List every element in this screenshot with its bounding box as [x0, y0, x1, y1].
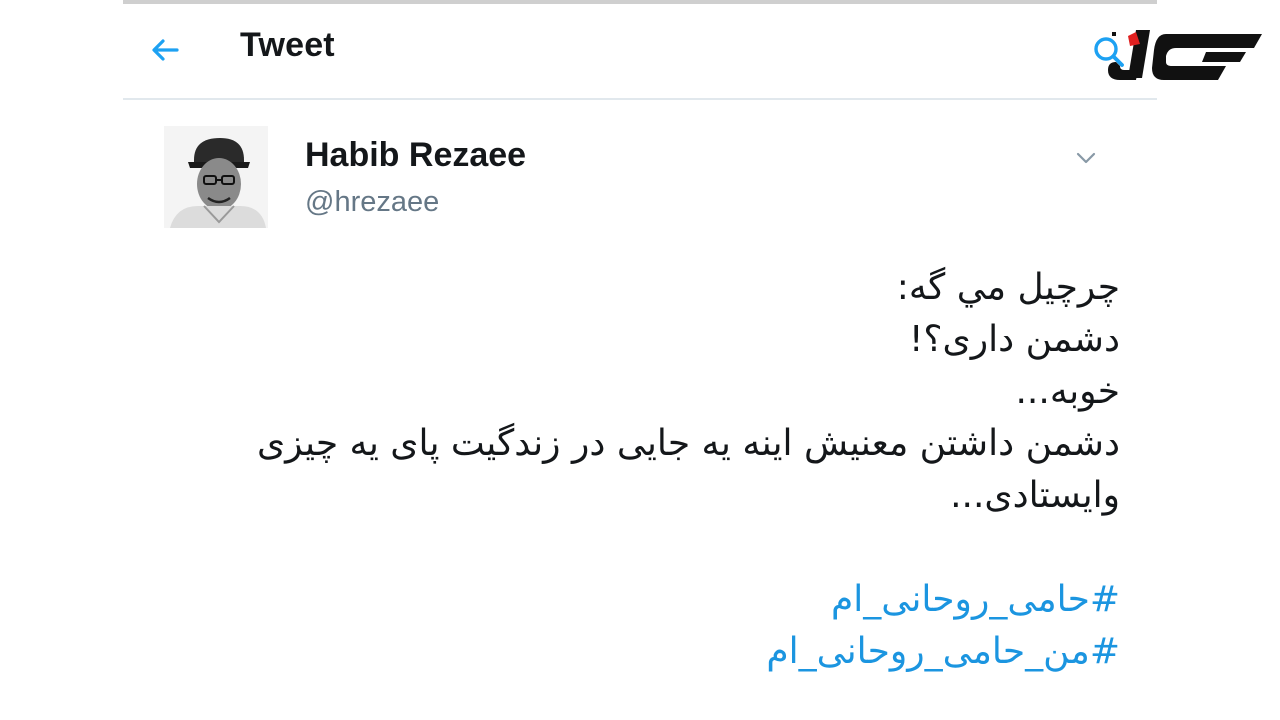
- screen: Tweet Habib Rezaee @hrezaee چرچیل مي گه:…: [0, 0, 1280, 720]
- tweet-line: خوبه...: [1015, 371, 1120, 412]
- hashtag-link[interactable]: #من_حامی_روحانی_ام: [160, 626, 1120, 678]
- right-margin: [1157, 0, 1280, 720]
- arrow-left-icon: [152, 39, 179, 61]
- author-display-name[interactable]: Habib Rezaee: [305, 136, 526, 175]
- tweet-line: دشمن داری؟!: [909, 319, 1120, 360]
- tweet-line: چرچیل مي گه:: [896, 267, 1120, 308]
- hashtag-link[interactable]: #حامی_روحانی_ام: [160, 574, 1120, 626]
- page-title: Tweet: [240, 26, 335, 64]
- chevron-down-icon: [1076, 152, 1096, 164]
- avatar[interactable]: [164, 126, 268, 228]
- header-divider: [123, 98, 1157, 100]
- tweet-header-bar: Tweet: [123, 4, 1157, 98]
- tweet-line: دشمن داشتن معنیش اینه یه جایی در زندگیت …: [256, 423, 1120, 464]
- news-site-logo: [1106, 22, 1266, 86]
- tweet-line: وایستادی...: [950, 475, 1120, 516]
- back-button[interactable]: [147, 32, 183, 68]
- tweet-text: چرچیل مي گه: دشمن داری؟! خوبه... دشمن دا…: [160, 262, 1120, 678]
- left-margin: [0, 0, 123, 720]
- tweet-menu-button[interactable]: [1072, 146, 1100, 170]
- author-handle[interactable]: @hrezaee: [305, 186, 439, 219]
- tweet-spacer: [160, 522, 1120, 574]
